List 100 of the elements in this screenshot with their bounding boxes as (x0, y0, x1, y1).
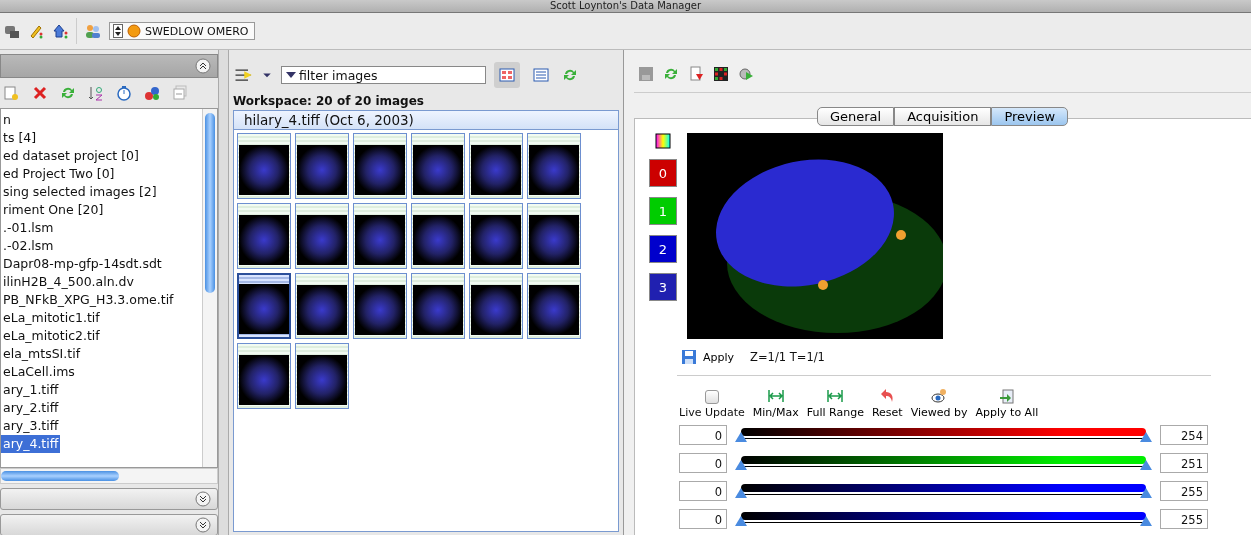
tree-item[interactable]: sing selected images [2] (1, 183, 159, 201)
image-thumbnail[interactable] (469, 133, 523, 199)
applyall-icon (998, 388, 1015, 404)
tree-item[interactable]: ilinH2B_4_500.aln.dv (1, 273, 136, 291)
range-slider[interactable] (735, 512, 1152, 526)
image-thumbnail[interactable] (237, 343, 291, 409)
channel-button[interactable]: 3 (649, 273, 677, 301)
range-slider[interactable] (735, 484, 1152, 498)
tree-item[interactable]: ela_mtsSI.tif (1, 345, 83, 363)
list-view-icon (532, 67, 550, 83)
image-thumbnail[interactable] (527, 203, 581, 269)
slider-thumb[interactable] (735, 516, 747, 526)
tree-item[interactable]: eLa_mitotic1.tif (1, 309, 102, 327)
slider-thumb[interactable] (735, 460, 747, 470)
image-thumbnail[interactable] (411, 273, 465, 339)
tree-item[interactable]: ed Project Two [0] (1, 165, 117, 183)
grid-view-icon (498, 67, 516, 83)
tree-item[interactable]: ary_1.tiff (1, 381, 61, 399)
checkbox-label: Live Update (679, 406, 745, 419)
tree-item[interactable]: eLa_mitotic2.tif (1, 327, 102, 345)
viewed-icon (931, 388, 948, 404)
max-field[interactable]: 254 (1160, 425, 1208, 445)
min-field[interactable]: 0 (679, 509, 727, 529)
filter-field[interactable]: filter images (281, 66, 486, 84)
delete-icon[interactable] (32, 85, 48, 101)
max-field[interactable]: 255 (1160, 509, 1208, 529)
image-thumbnail[interactable] (411, 203, 465, 269)
window-title: Scott Loynton's Data Manager (0, 0, 1251, 13)
image-thumbnail[interactable] (295, 343, 349, 409)
slider-thumb[interactable] (735, 488, 747, 498)
expand-icon[interactable] (195, 517, 211, 533)
tree-item[interactable]: ary_3.tiff (1, 417, 61, 435)
users-icon[interactable] (85, 23, 101, 39)
image-thumbnail[interactable] (527, 133, 581, 199)
image-thumbnail[interactable] (237, 273, 291, 339)
min-field[interactable]: 0 (679, 425, 727, 445)
pencil-icon[interactable] (28, 23, 44, 39)
image-thumbnail[interactable] (353, 273, 407, 339)
tree-item[interactable]: .-01.lsm (1, 219, 56, 237)
fullrange-icon (827, 388, 844, 404)
sort-icon[interactable] (88, 85, 104, 101)
tree-item[interactable]: Dapr08-mp-gfp-14sdt.sdt (1, 255, 164, 273)
image-thumbnail[interactable] (469, 273, 523, 339)
house-icon[interactable] (52, 23, 68, 39)
toolbar-button[interactable]: Viewed by (910, 388, 968, 419)
image-thumbnail[interactable] (237, 133, 291, 199)
image-thumbnail[interactable] (411, 133, 465, 199)
tree-item[interactable]: riment One [20] (1, 201, 106, 219)
document-icon[interactable] (688, 66, 704, 82)
tree-item[interactable]: n (1, 111, 13, 129)
tree-item[interactable]: .-02.lsm (1, 237, 56, 255)
min-field[interactable]: 0 (679, 453, 727, 473)
tab[interactable]: Acquisition (894, 107, 992, 126)
grid-icon[interactable] (713, 66, 729, 82)
group-header: hilary_4.tiff (Oct 6, 2003) (234, 111, 618, 130)
save-icon[interactable] (681, 349, 697, 365)
image-thumbnail[interactable] (295, 133, 349, 199)
workspace-summary: Workspace: 20 of 20 images (233, 94, 425, 108)
image-thumbnail[interactable] (353, 203, 407, 269)
toolbar-button[interactable]: Apply to All (975, 388, 1039, 419)
horizontal-scrollbar[interactable] (0, 468, 218, 484)
image-thumbnail[interactable] (295, 203, 349, 269)
channel-button[interactable]: 0 (649, 159, 677, 187)
tree-item[interactable]: ts [4] (1, 129, 39, 147)
stopwatch-icon[interactable] (116, 85, 132, 101)
vertical-scrollbar[interactable] (202, 109, 217, 467)
collapse-icon[interactable] (195, 58, 211, 74)
image-thumbnail[interactable] (353, 133, 407, 199)
max-field[interactable]: 255 (1160, 481, 1208, 501)
thumbnail-view-button[interactable] (494, 62, 520, 88)
position-label: Z=1/1 T=1/1 (750, 350, 825, 364)
toolbar-button[interactable]: Reset (871, 388, 903, 419)
tab[interactable]: Preview (991, 107, 1068, 126)
image-thumbnail[interactable] (237, 203, 291, 269)
tree-item[interactable]: ed dataset project [0] (1, 147, 141, 165)
image-thumbnail[interactable] (295, 273, 349, 339)
tree-item[interactable]: eLaCell.ims (1, 363, 77, 381)
toolbar-button[interactable]: Full Range (806, 388, 864, 419)
channel-button[interactable]: 2 (649, 235, 677, 263)
gear-play-icon[interactable] (738, 66, 754, 82)
tree-item[interactable]: ary_4.tiff (1, 435, 61, 453)
image-thumbnail[interactable] (527, 273, 581, 339)
dropdown-icon (286, 71, 296, 79)
min-field[interactable]: 0 (679, 481, 727, 501)
range-slider[interactable] (735, 428, 1152, 442)
tree-item[interactable]: PB_NFkB_XPG_H3.3.ome.tif (1, 291, 176, 309)
slider-thumb[interactable] (735, 432, 747, 442)
toolbar-button[interactable]: Min/Max (752, 388, 799, 419)
color-picker-icon[interactable] (655, 133, 671, 149)
max-field[interactable]: 251 (1160, 453, 1208, 473)
server-selector[interactable]: SWEDLOW OMERO (109, 22, 256, 40)
checkbox[interactable] (704, 390, 719, 404)
range-slider[interactable] (735, 456, 1152, 470)
status-dot-icon (127, 24, 141, 38)
tab[interactable]: General (816, 107, 895, 126)
apply-button[interactable]: Apply (703, 350, 735, 364)
tree-item[interactable]: ary_2.tiff (1, 399, 61, 417)
server-name: SWEDLOW OMERO (145, 24, 249, 38)
image-thumbnail[interactable] (469, 203, 523, 269)
expand-icon[interactable] (195, 491, 211, 507)
